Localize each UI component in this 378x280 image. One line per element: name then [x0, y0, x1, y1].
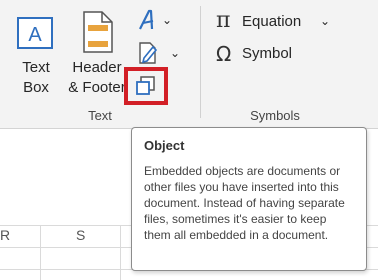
text-box-label-line2: Box: [23, 79, 49, 96]
wordart-button[interactable]: ⌄: [134, 8, 174, 34]
signature-line-button[interactable]: ⌄: [134, 40, 182, 66]
ribbon: A Text Box Header & Footer ⌄ ⌄ Text π Eq…: [0, 0, 378, 129]
object-highlight-box: [124, 67, 168, 105]
symbol-button[interactable]: Ω Symbol: [212, 42, 302, 68]
equation-chevron-down-icon: ⌄: [320, 14, 331, 28]
tooltip-body: Embedded objects are documents or other …: [144, 164, 345, 242]
signature-chevron-down-icon: ⌄: [170, 46, 181, 60]
header-footer-label-line2: & Footer: [68, 79, 126, 96]
wordart-chevron-down-icon: ⌄: [162, 13, 173, 27]
symbols-group-label: Symbols: [250, 108, 300, 123]
column-header-r[interactable]: R: [0, 227, 10, 247]
omega-icon: Ω: [216, 42, 232, 66]
column-header-s[interactable]: S: [76, 227, 85, 247]
group-divider: [200, 6, 201, 118]
text-group-label: Text: [88, 108, 112, 123]
text-box-button[interactable]: A Text Box: [8, 8, 64, 98]
header-footer-icon: [83, 11, 113, 53]
tooltip-title: Object: [144, 138, 185, 153]
signature-line-icon: [139, 42, 158, 64]
header-footer-label-line1: Header: [72, 59, 122, 76]
header-footer-button[interactable]: Header & Footer: [64, 8, 130, 98]
grid-line: [120, 225, 121, 280]
wordart-icon: [139, 9, 154, 30]
object-tooltip: Object Embedded objects are documents or…: [131, 127, 367, 271]
svg-text:A: A: [28, 24, 42, 46]
equation-label: Equation: [242, 13, 302, 30]
equation-button[interactable]: π Equation ⌄: [212, 8, 336, 36]
pi-icon: π: [216, 8, 231, 33]
text-box-label-line1: Text: [22, 59, 50, 76]
text-box-icon: A: [17, 17, 53, 49]
symbol-label: Symbol: [242, 45, 293, 62]
grid-line: [40, 225, 41, 280]
